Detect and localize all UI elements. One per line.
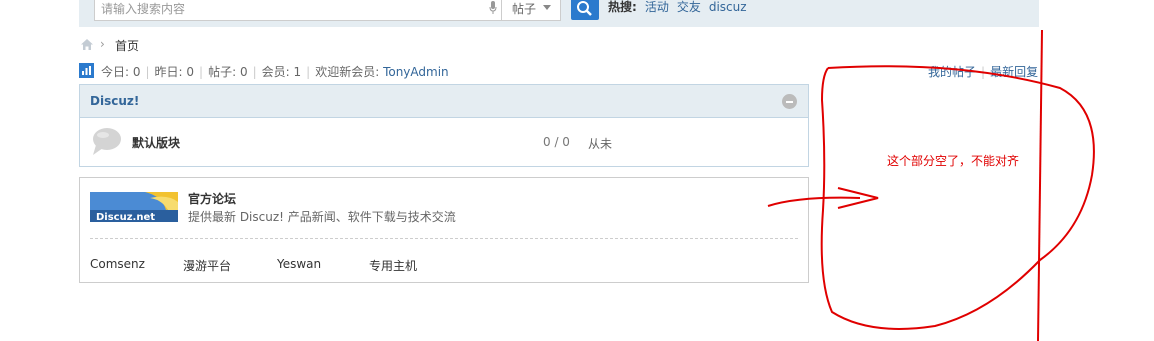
annotation-text: 这个部分空了，不能对齐: [887, 154, 1020, 168]
red-annotation-drawing: [767, 29, 1095, 341]
